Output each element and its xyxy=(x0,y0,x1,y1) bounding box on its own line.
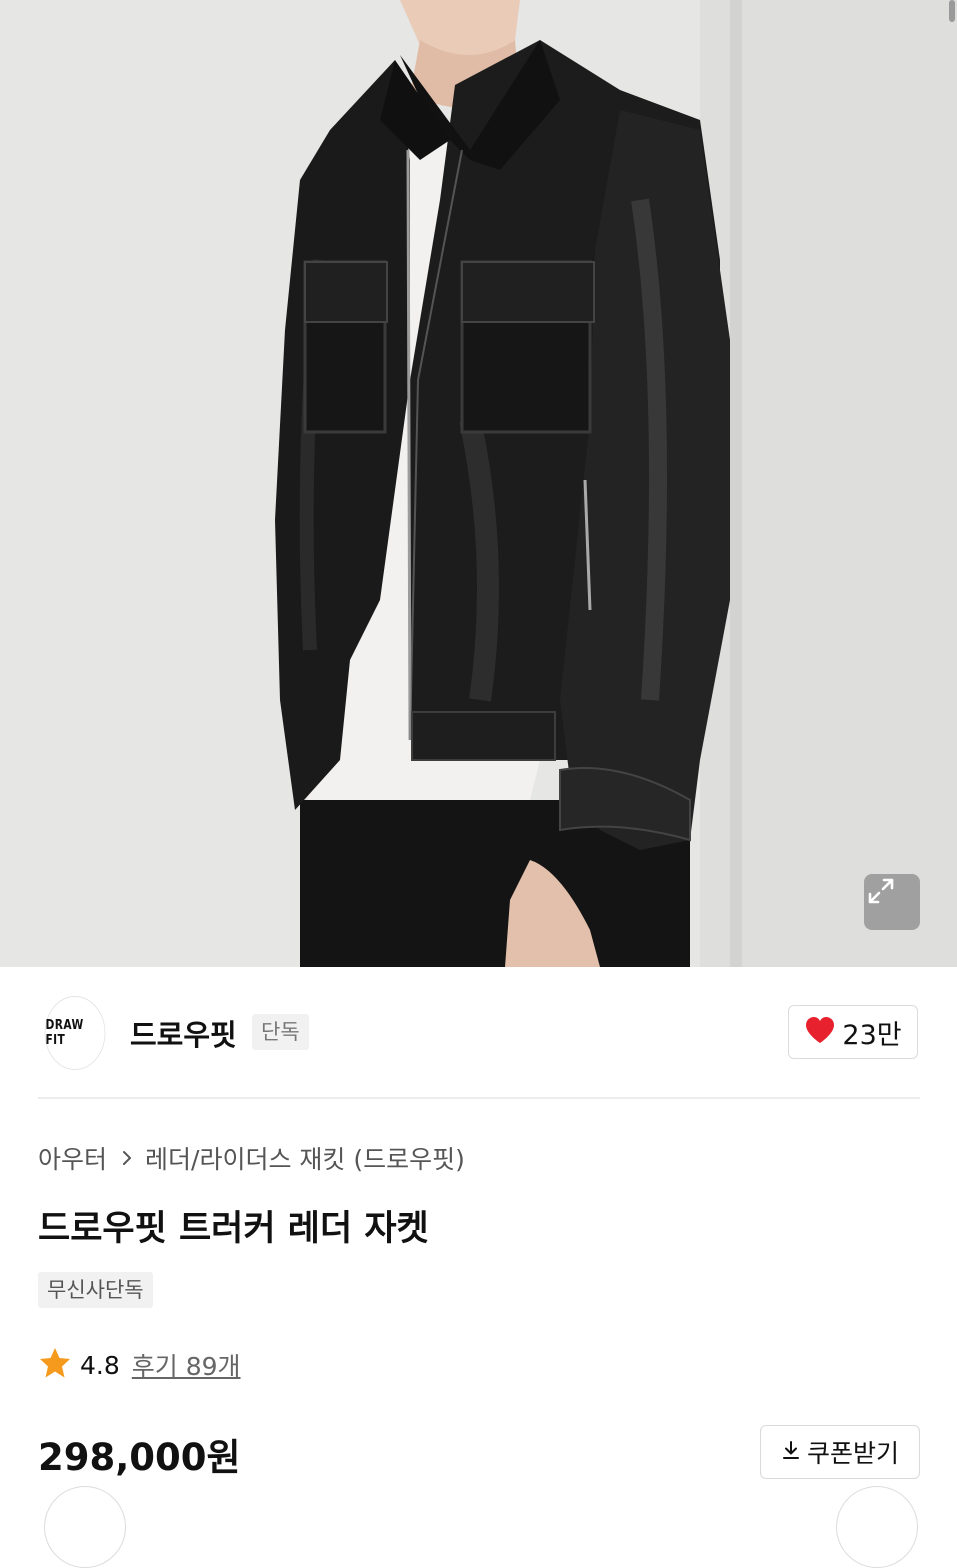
brand-exclusive-badge: 단독 xyxy=(252,1014,309,1050)
like-button[interactable]: 23만 xyxy=(788,1005,918,1059)
brand-name[interactable]: 드로우핏 xyxy=(130,1012,237,1054)
brand-logo[interactable]: DRAW FIT xyxy=(44,996,106,1070)
product-photo-illustration xyxy=(0,0,957,967)
rating: 4.8 후기 89개 xyxy=(38,1346,241,1384)
rating-score: 4.8 xyxy=(80,1350,120,1380)
scrollbar[interactable] xyxy=(949,0,955,22)
review-count-link[interactable]: 후기 89개 xyxy=(132,1347,241,1383)
download-icon xyxy=(781,1439,801,1465)
breadcrumb-subcategory[interactable]: 레더/라이더스 재킷 (드로우핏) xyxy=(145,1140,465,1176)
brand-logo-text: DRAW FIT xyxy=(45,1018,84,1048)
star-icon xyxy=(38,1346,72,1384)
heart-icon xyxy=(804,1015,836,1049)
product-image[interactable] xyxy=(0,0,957,967)
expand-image-button[interactable] xyxy=(864,874,920,930)
bottom-circle-left[interactable] xyxy=(44,1486,126,1568)
coupon-button[interactable]: 쿠폰받기 xyxy=(760,1425,920,1479)
product-title: 드로우핏 트러커 레더 자켓 xyxy=(38,1209,429,1249)
chevron-right-icon xyxy=(121,1149,133,1167)
like-count: 23만 xyxy=(842,1019,902,1051)
brand-row: DRAW FIT 드로우핏 단독 23만 xyxy=(38,996,920,1070)
breadcrumb: 아우터 레더/라이더스 재킷 (드로우핏) xyxy=(38,1140,465,1176)
bottom-circle-right[interactable] xyxy=(836,1486,918,1568)
exclusive-tag: 무신사단독 xyxy=(38,1272,153,1308)
price: 298,000원 xyxy=(38,1436,241,1479)
divider xyxy=(38,1097,920,1099)
coupon-label: 쿠폰받기 xyxy=(806,1439,899,1468)
breadcrumb-category[interactable]: 아우터 xyxy=(38,1140,107,1176)
